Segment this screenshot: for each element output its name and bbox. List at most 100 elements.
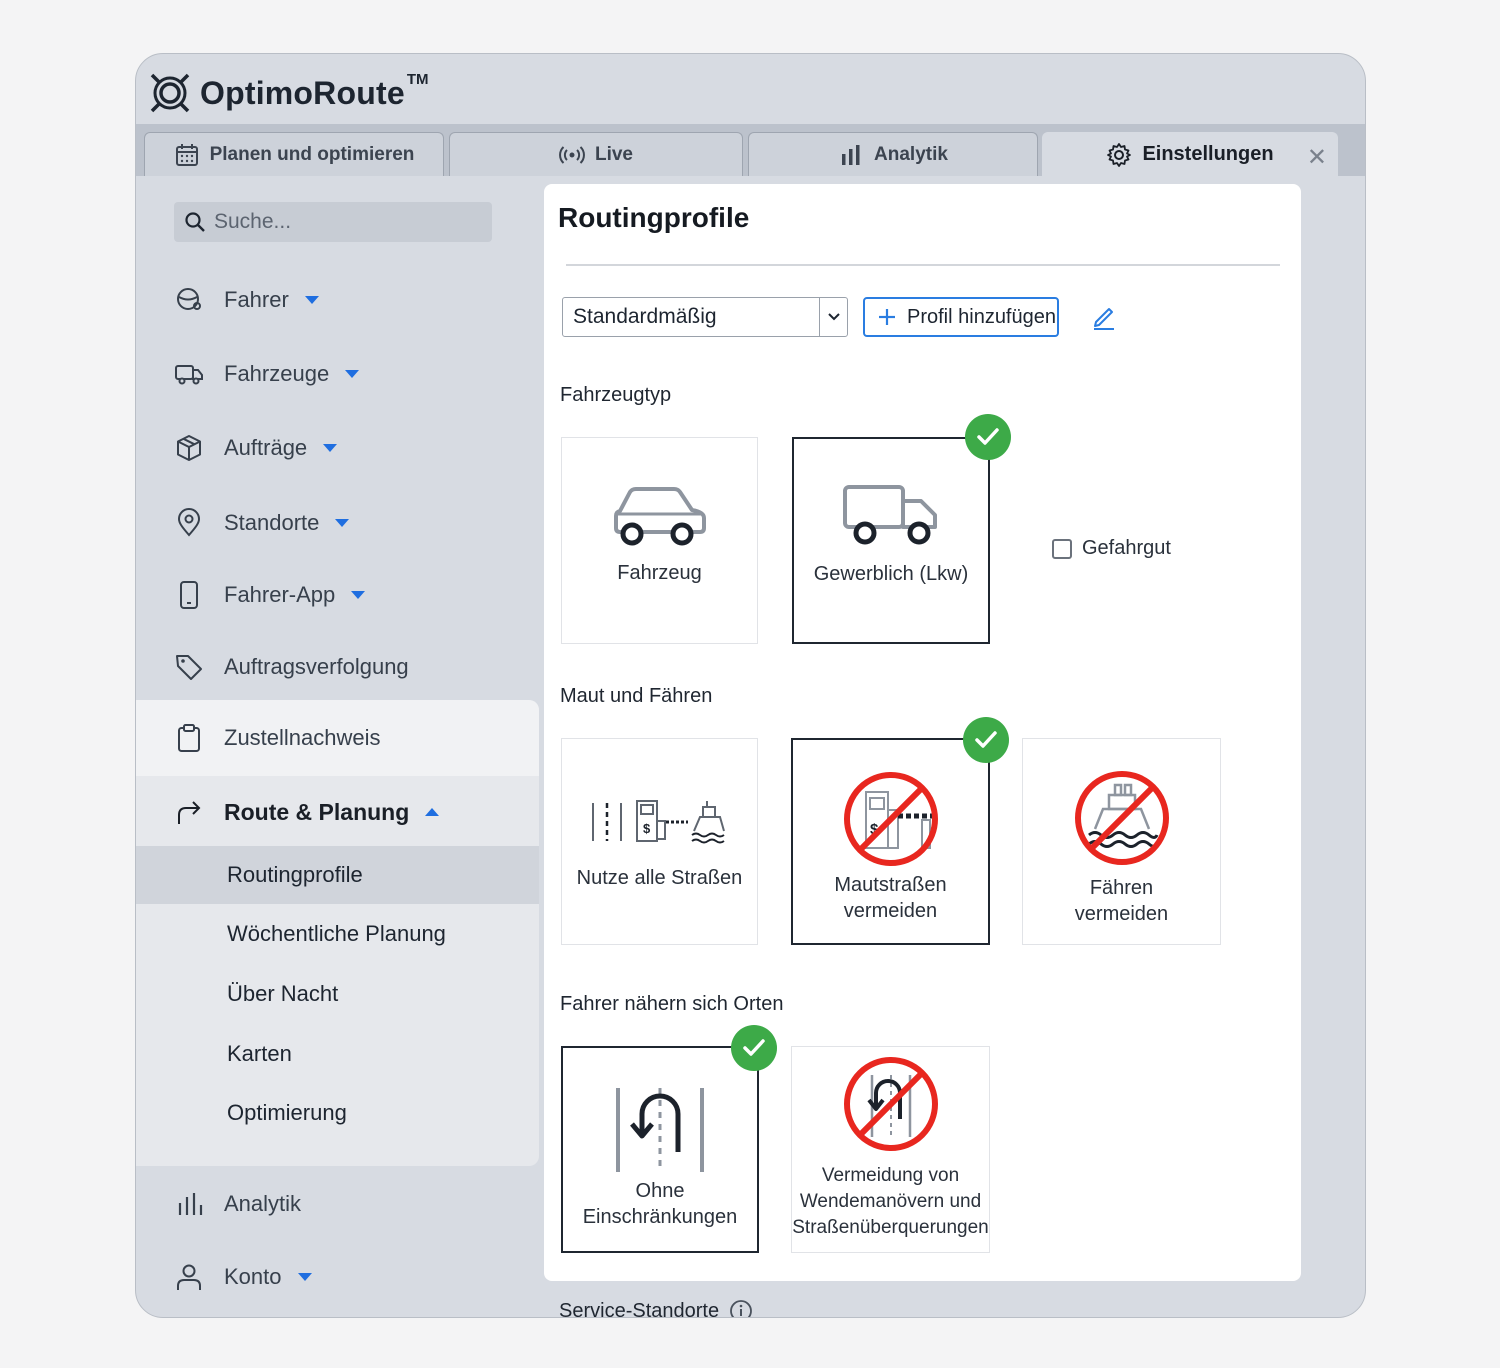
sidebar-subitem-karten[interactable]: Karten — [136, 1025, 539, 1083]
profile-select-value: Standardmäßig — [573, 305, 717, 328]
calendar-icon — [175, 143, 198, 166]
hazmat-label: Gefahrgut — [1082, 537, 1171, 559]
bar-chart-icon — [842, 144, 860, 165]
card-label: Ohne — [635, 1180, 685, 1202]
tab-einstellungen[interactable]: Einstellungen ✕ — [1042, 132, 1338, 176]
approach-card-vermeidung-wendemanoever[interactable]: Vermeidung von Wendemanövern und Straßen… — [791, 1046, 990, 1253]
checkbox-box[interactable] — [1052, 538, 1072, 559]
driver-icon — [177, 288, 201, 310]
card-label: Vermeidung von — [821, 1165, 960, 1186]
section-label-fahrer-naehern: Fahrer nähern sich Orten — [560, 993, 784, 1015]
clipboard-icon — [178, 724, 200, 752]
route-arrow-icon — [178, 801, 201, 824]
tab-live[interactable]: Live — [449, 132, 743, 176]
vehicle-card-gewerblich-lkw[interactable]: Gewerblich (Lkw) — [792, 437, 990, 644]
pin-icon — [177, 508, 201, 537]
profile-select[interactable]: Standardmäßig — [562, 297, 848, 337]
car-icon — [613, 487, 706, 546]
sidebar-item-zustellnachweis[interactable]: Zustellnachweis — [136, 708, 540, 768]
no-ferry-icon — [1074, 771, 1169, 865]
sidebar-subitem-ueber-nacht[interactable]: Über Nacht — [136, 965, 539, 1023]
close-icon[interactable]: ✕ — [1307, 143, 1327, 172]
sidebar: Fahrer Fahrzeuge Aufträge Standorte Fahr… — [136, 176, 540, 1317]
tab-analytik[interactable]: Analytik — [748, 132, 1038, 176]
add-profile-label: Profil hinzufügen — [907, 305, 1056, 328]
card-label: Nutze alle Straßen — [576, 867, 743, 889]
sidebar-item-route-planung[interactable]: Route & Planung — [136, 782, 540, 842]
tab-label: Live — [594, 143, 634, 165]
sidebar-subitem-routingprofile[interactable]: Routingprofile — [136, 846, 539, 904]
no-u-turn-icon — [843, 1057, 938, 1151]
card-label: Fähren — [1089, 877, 1154, 899]
sidebar-item-label: Auftragsverfolgung — [224, 654, 409, 679]
sidebar-item-standorte[interactable]: Standorte — [136, 493, 540, 553]
card-label: Mautstraßen — [834, 874, 947, 896]
info-icon[interactable] — [729, 1299, 753, 1318]
sidebar-item-fahrer-app[interactable]: Fahrer-App — [136, 565, 540, 625]
sidebar-item-label: Fahrer-App — [224, 582, 336, 607]
plus-icon — [879, 309, 895, 325]
chevron-down-icon — [304, 296, 319, 304]
search-input[interactable] — [214, 210, 474, 234]
card-label: vermeiden — [843, 900, 938, 922]
approach-card-ohne-einschraenkungen[interactable]: Ohne Einschränkungen — [561, 1046, 759, 1253]
phone-icon — [180, 581, 198, 609]
chevron-down-icon — [335, 519, 350, 527]
user-icon — [177, 1264, 201, 1290]
toll-card-alle-strassen[interactable]: $ Nutze alle Straßen — [561, 738, 758, 945]
top-tabbar: Planen und optimieren Live Analytik Eins… — [136, 124, 1365, 176]
brand-trademark: TM — [406, 70, 429, 88]
optimoroute-logo-icon — [150, 73, 190, 113]
search-box[interactable] — [174, 202, 492, 242]
sidebar-item-fahrer[interactable]: Fahrer — [136, 270, 540, 330]
section-label-fahrzeugtyp: Fahrzeugtyp — [560, 384, 672, 406]
sidebar-subitem-woechentliche-planung[interactable]: Wöchentliche Planung — [136, 905, 539, 963]
settings-content-panel: Routingprofile Standardmäßig Profil hinz… — [544, 184, 1301, 1281]
section-label-service-standorte: Service-Standorte — [559, 1299, 720, 1318]
svg-text:$: $ — [643, 821, 651, 836]
pencil-icon[interactable] — [1090, 302, 1118, 330]
sidebar-item-label: Route & Planung — [224, 798, 410, 825]
toll-card-mautstrassen-vermeiden[interactable]: $ Mautstraßen vermeiden — [791, 738, 990, 945]
page-title: Routingprofile — [558, 202, 750, 233]
sidebar-item-label: Analytik — [224, 1191, 302, 1216]
add-profile-button[interactable]: Profil hinzufügen — [863, 297, 1059, 337]
route-planning-panel: Zustellnachweis Route & Planung Routingp… — [136, 700, 539, 1166]
sidebar-item-konto[interactable]: Konto — [136, 1247, 540, 1307]
sidebar-item-label: Aufträge — [224, 435, 308, 460]
truck-icon — [175, 365, 203, 385]
sidebar-item-auftragsverfolgung[interactable]: Auftragsverfolgung — [136, 637, 540, 697]
card-label: Wendemanövern und — [799, 1191, 982, 1212]
sidebar-item-label: Fahrzeuge — [224, 361, 330, 386]
broadcast-icon — [559, 145, 585, 164]
no-toll-road-icon: $ — [843, 772, 938, 866]
road-toll-ferry-icon: $ — [591, 800, 725, 844]
brand-name: OptimoRoute — [200, 74, 405, 111]
tab-label: Einstellungen — [1142, 143, 1274, 165]
vehicle-card-fahrzeug[interactable]: Fahrzeug — [561, 437, 758, 644]
brand-logo: OptimoRoute TM — [148, 70, 429, 116]
u-turn-icon — [616, 1088, 704, 1172]
sidebar-item-auftraege[interactable]: Aufträge — [136, 418, 540, 478]
chevron-down-icon — [297, 1273, 312, 1281]
sidebar-subitem-optimierung[interactable]: Optimierung — [136, 1084, 539, 1142]
search-icon — [185, 212, 205, 232]
gear-icon — [1107, 142, 1132, 167]
tag-icon — [176, 655, 202, 680]
card-label: Fahrzeug — [617, 562, 702, 584]
title-divider — [566, 264, 1280, 266]
sidebar-item-analytik[interactable]: Analytik — [136, 1174, 540, 1234]
truck-icon — [843, 485, 937, 545]
section-label-maut-faehren: Maut und Fähren — [560, 685, 713, 707]
sidebar-item-fahrzeuge[interactable]: Fahrzeuge — [136, 344, 540, 404]
tab-label: Planen und optimieren — [209, 143, 415, 165]
chevron-down-icon[interactable] — [819, 298, 847, 336]
chevron-down-icon — [351, 591, 366, 599]
sidebar-item-label: Standorte — [224, 510, 320, 535]
app-window: OptimoRoute TM Planen und optimieren Liv… — [135, 53, 1366, 1318]
hazmat-checkbox[interactable]: Gefahrgut — [1052, 537, 1171, 560]
tab-planen[interactable]: Planen und optimieren — [144, 132, 444, 176]
selected-check-icon — [731, 1025, 777, 1071]
toll-card-faehren-vermeiden[interactable]: Fähren vermeiden — [1022, 738, 1221, 945]
tab-label: Analytik — [874, 143, 948, 165]
